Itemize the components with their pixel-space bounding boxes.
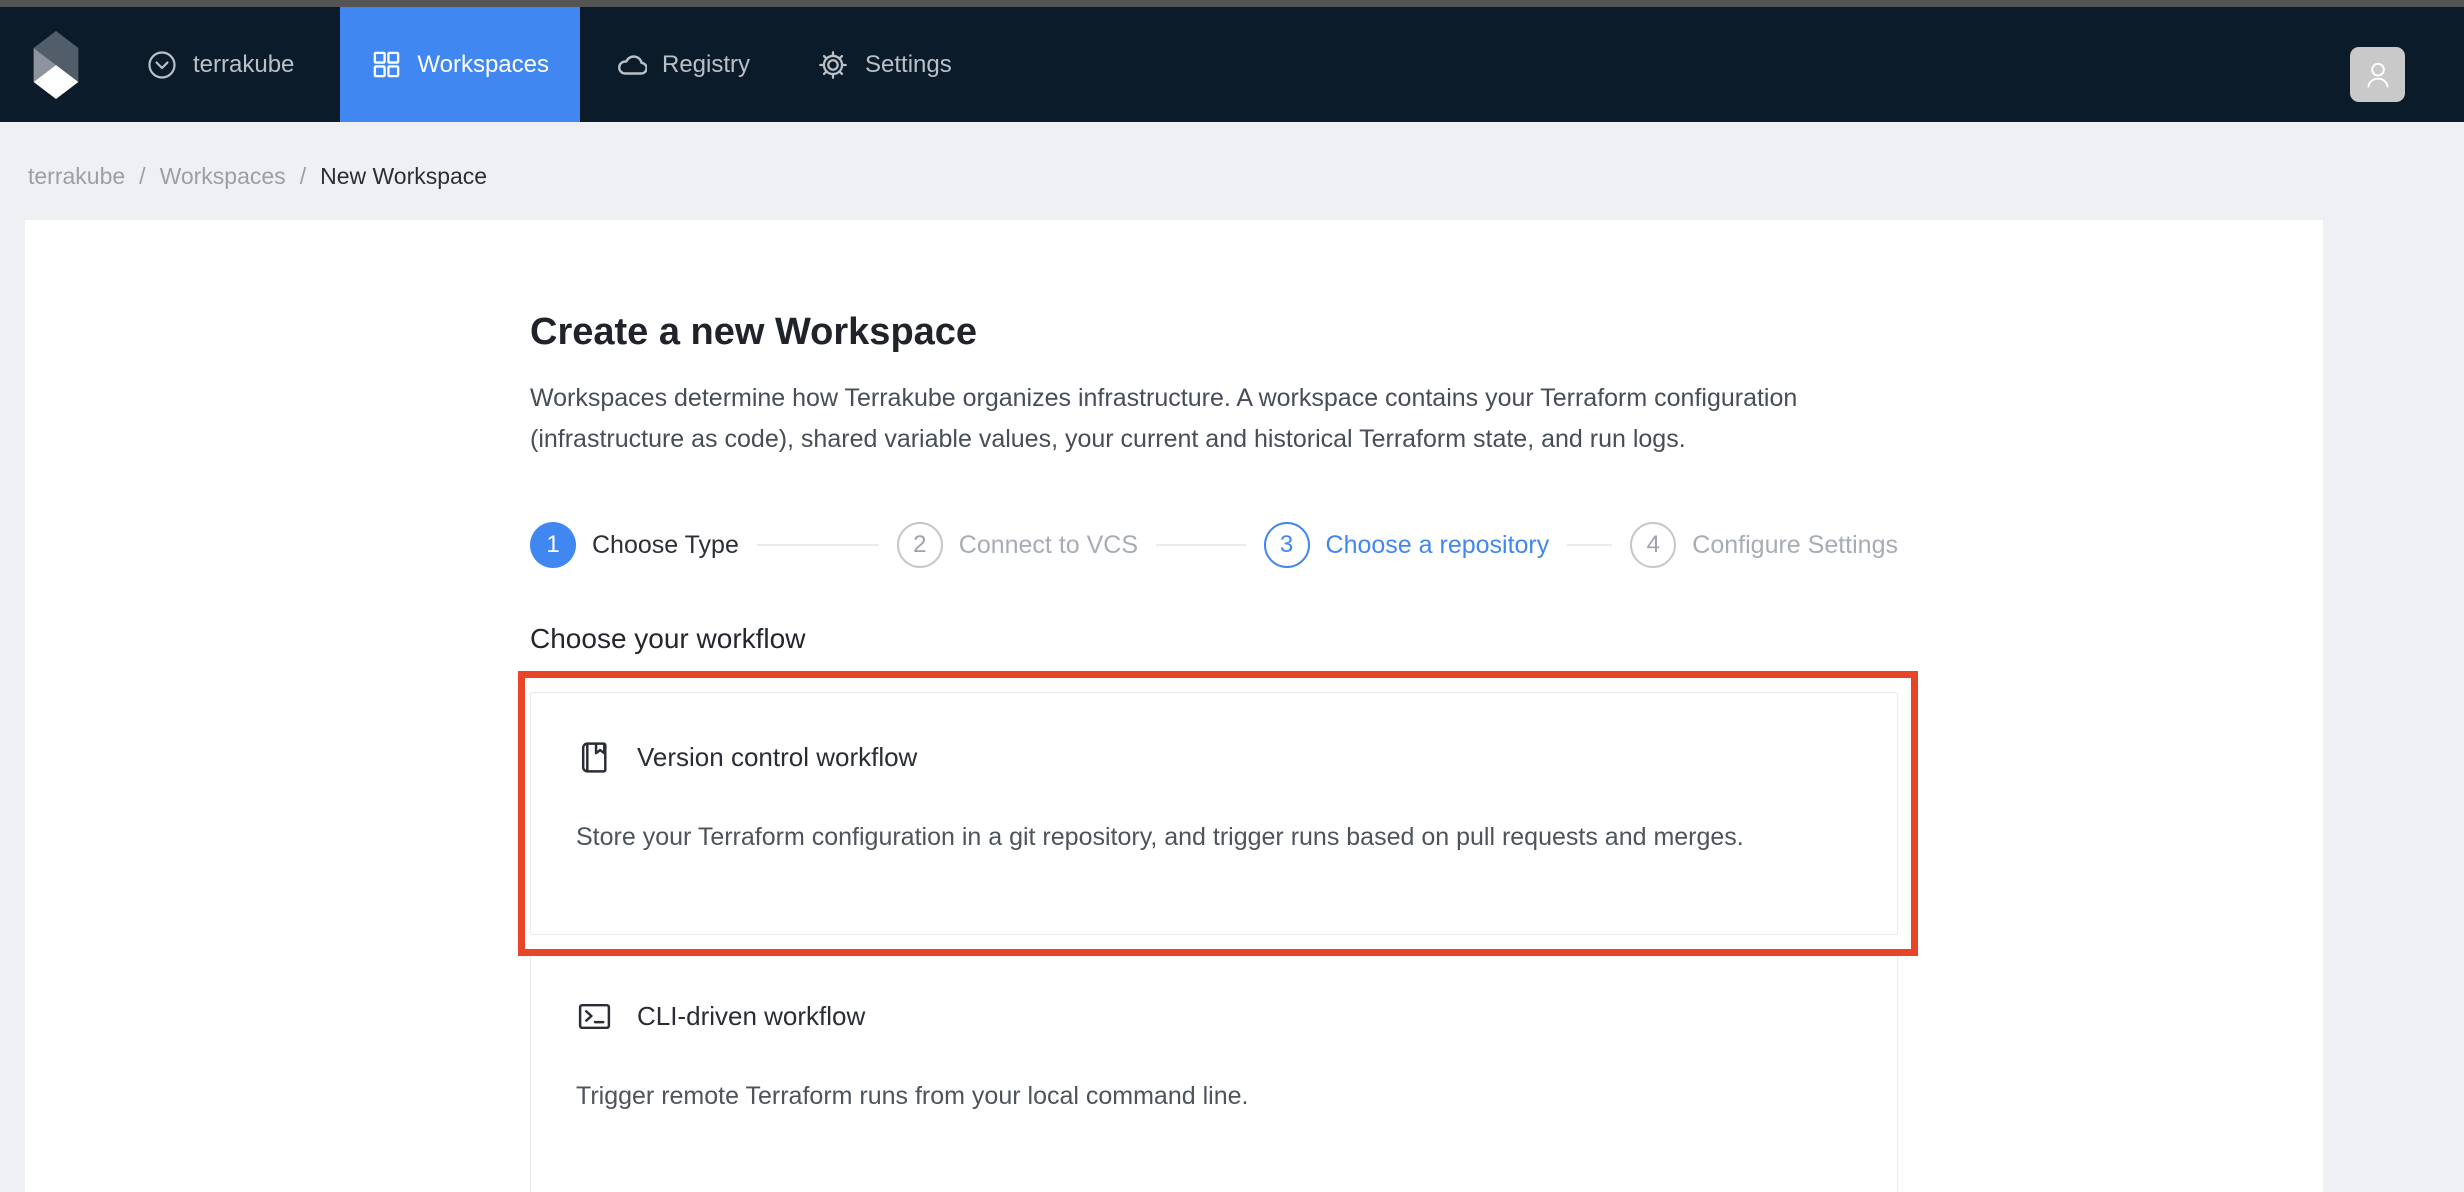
- tab-workspaces[interactable]: Workspaces: [340, 7, 580, 122]
- step-connector: [1156, 544, 1246, 546]
- tab-settings[interactable]: Settings: [785, 7, 983, 122]
- content-panel: Create a new Workspace Workspaces determ…: [25, 220, 2323, 1192]
- workflow-card-header: Version control workflow: [576, 739, 1852, 776]
- workflow-card-version-control[interactable]: Version control workflow Store your Terr…: [530, 692, 1898, 935]
- step-choose-type: 1 Choose Type: [530, 522, 897, 568]
- tab-registry[interactable]: Registry: [584, 7, 781, 122]
- workflow-card-header: CLI-driven workflow: [576, 998, 1852, 1035]
- book-icon: [576, 739, 613, 776]
- workflow-title: CLI-driven workflow: [637, 1001, 865, 1032]
- window-top-strip: [0, 0, 2464, 7]
- appstore-icon: [371, 49, 402, 80]
- step-configure-settings: 4 Configure Settings: [1630, 522, 1898, 568]
- step-label: Connect to VCS: [959, 531, 1138, 560]
- breadcrumb-item-terrakube[interactable]: terrakube: [28, 163, 125, 190]
- breadcrumb-item-current: New Workspace: [320, 163, 487, 190]
- step-label: Choose a repository: [1326, 531, 1550, 560]
- step-number: 3: [1264, 522, 1310, 568]
- org-menu-terrakube[interactable]: terrakube: [136, 7, 304, 122]
- user-icon: [2361, 58, 2395, 92]
- page-title: Create a new Workspace: [530, 308, 977, 357]
- terminal-icon: [576, 998, 613, 1035]
- workflow-card-cli-driven[interactable]: CLI-driven workflow Trigger remote Terra…: [530, 951, 1898, 1192]
- breadcrumb-item-workspaces[interactable]: Workspaces: [160, 163, 286, 190]
- section-heading: Choose your workflow: [530, 620, 805, 658]
- step-number: 4: [1630, 522, 1676, 568]
- workflow-description: Store your Terraform configuration in a …: [576, 820, 1852, 854]
- tab-label: Workspaces: [417, 51, 549, 79]
- workflow-description: Trigger remote Terraform runs from your …: [576, 1079, 1852, 1113]
- gear-icon: [816, 48, 850, 82]
- step-label: Choose Type: [592, 531, 739, 560]
- steps-indicator: 1 Choose Type 2 Connect to VCS 3 Choose …: [530, 522, 1898, 568]
- step-connector: [757, 544, 879, 546]
- step-number: 2: [897, 522, 943, 568]
- down-circle-icon: [146, 49, 178, 81]
- step-connector: [1567, 544, 1612, 546]
- cloud-icon: [615, 49, 647, 81]
- step-connect-to-vcs: 2 Connect to VCS: [897, 522, 1264, 568]
- step-label: Configure Settings: [1692, 531, 1898, 560]
- page-description: Workspaces determine how Terrakube organ…: [530, 378, 1912, 460]
- terrakube-logo: [30, 31, 82, 99]
- tab-label: Settings: [865, 51, 952, 79]
- tab-label: Registry: [662, 51, 750, 79]
- step-choose-a-repository: 3 Choose a repository: [1264, 522, 1631, 568]
- breadcrumb: terrakube / Workspaces / New Workspace: [28, 163, 487, 190]
- user-avatar[interactable]: [2350, 47, 2405, 102]
- workflow-title: Version control workflow: [637, 742, 917, 773]
- org-menu-label: terrakube: [193, 51, 294, 79]
- top-navbar: terrakube Workspaces Registry: [0, 7, 2464, 122]
- breadcrumb-separator: /: [300, 163, 306, 190]
- step-number: 1: [530, 522, 576, 568]
- breadcrumb-separator: /: [139, 163, 145, 190]
